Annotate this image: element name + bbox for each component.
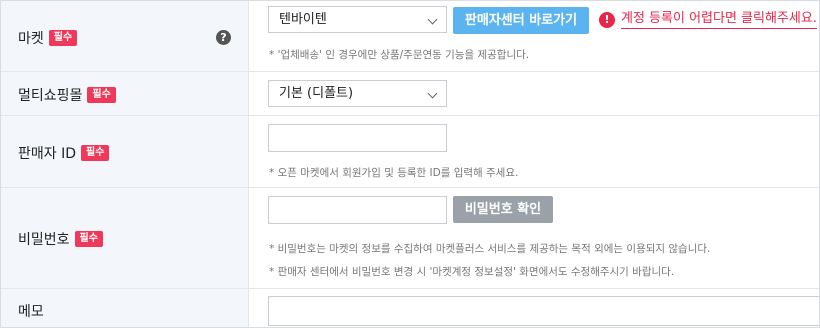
memo-label-text: 메모 bbox=[18, 304, 44, 320]
market-select-value: 텐바이텐 bbox=[279, 12, 327, 27]
multi-shop-label-cell: 멀티쇼핑몰 필수 bbox=[1, 72, 249, 115]
account-registration-help-link[interactable]: 계정 등록이 어렵다면 클릭해주세요. bbox=[621, 10, 817, 29]
seller-id-input[interactable] bbox=[268, 124, 447, 152]
multi-shop-select-value: 기본 (디폴트) bbox=[279, 86, 354, 101]
password-label: 비밀번호 필수 bbox=[18, 229, 103, 249]
seller-center-button[interactable]: 판매자센터 바로가기 bbox=[453, 7, 589, 34]
seller-id-note: * 오픈 마켓에서 회원가입 및 등록한 ID를 입력해 주세요. bbox=[269, 167, 519, 179]
memo-row: 메모 bbox=[1, 289, 819, 327]
market-account-form: 마켓 필수 ? 텐바이텐 판매자센터 바로가기 ! 계정 등록이 어렵다면 클릭… bbox=[0, 0, 820, 328]
market-label: 마켓 필수 bbox=[18, 28, 78, 48]
multi-shop-label-text: 멀티쇼핑몰 bbox=[18, 88, 83, 104]
password-note-1: * 비밀번호는 마켓의 정보를 수집하여 마켓플러스 서비스를 제공하는 목적 … bbox=[269, 243, 711, 255]
memo-input[interactable] bbox=[268, 296, 819, 326]
exclamation-circle-icon: ! bbox=[599, 12, 615, 28]
password-confirm-button[interactable]: 비밀번호 확인 bbox=[453, 196, 553, 223]
seller-id-label-text: 판매자 ID bbox=[18, 146, 76, 162]
chevron-down-icon bbox=[427, 14, 438, 25]
seller-id-label-cell: 판매자 ID 필수 bbox=[1, 116, 249, 187]
password-label-cell: 비밀번호 필수 bbox=[1, 188, 249, 288]
required-badge: 필수 bbox=[87, 87, 116, 103]
market-note: * '업체배송' 인 경우에만 상품/주문연동 기능을 제공합니다. bbox=[269, 49, 530, 61]
password-label-text: 비밀번호 bbox=[18, 232, 70, 248]
market-row: 마켓 필수 ? 텐바이텐 판매자센터 바로가기 ! 계정 등록이 어렵다면 클릭… bbox=[1, 1, 819, 72]
market-label-text: 마켓 bbox=[18, 31, 44, 47]
password-input[interactable] bbox=[268, 196, 447, 224]
required-badge: 필수 bbox=[48, 30, 78, 46]
password-note-2: * 판매자 센터에서 비밀번호 변경 시 '마켓계정 정보설정' 화면에서도 수… bbox=[269, 266, 675, 278]
multi-shop-row: 멀티쇼핑몰 필수 기본 (디폴트) bbox=[1, 72, 819, 116]
memo-label-cell: 메모 bbox=[1, 289, 249, 327]
memo-label: 메모 bbox=[18, 301, 44, 321]
market-label-cell: 마켓 필수 ? bbox=[1, 1, 249, 71]
multi-shop-select[interactable]: 기본 (디폴트) bbox=[268, 80, 447, 107]
required-badge: 필수 bbox=[74, 231, 103, 247]
question-circle-icon[interactable]: ? bbox=[216, 30, 231, 45]
required-badge: 필수 bbox=[81, 145, 110, 161]
multi-shop-label: 멀티쇼핑몰 필수 bbox=[18, 85, 116, 105]
market-select[interactable]: 텐바이텐 bbox=[268, 6, 447, 33]
password-row: 비밀번호 필수 비밀번호 확인 * 비밀번호는 마켓의 정보를 수집하여 마켓플… bbox=[1, 188, 819, 289]
chevron-down-icon bbox=[427, 88, 438, 99]
seller-id-row: 판매자 ID 필수 * 오픈 마켓에서 회원가입 및 등록한 ID를 입력해 주… bbox=[1, 116, 819, 188]
seller-id-label: 판매자 ID 필수 bbox=[18, 143, 110, 163]
